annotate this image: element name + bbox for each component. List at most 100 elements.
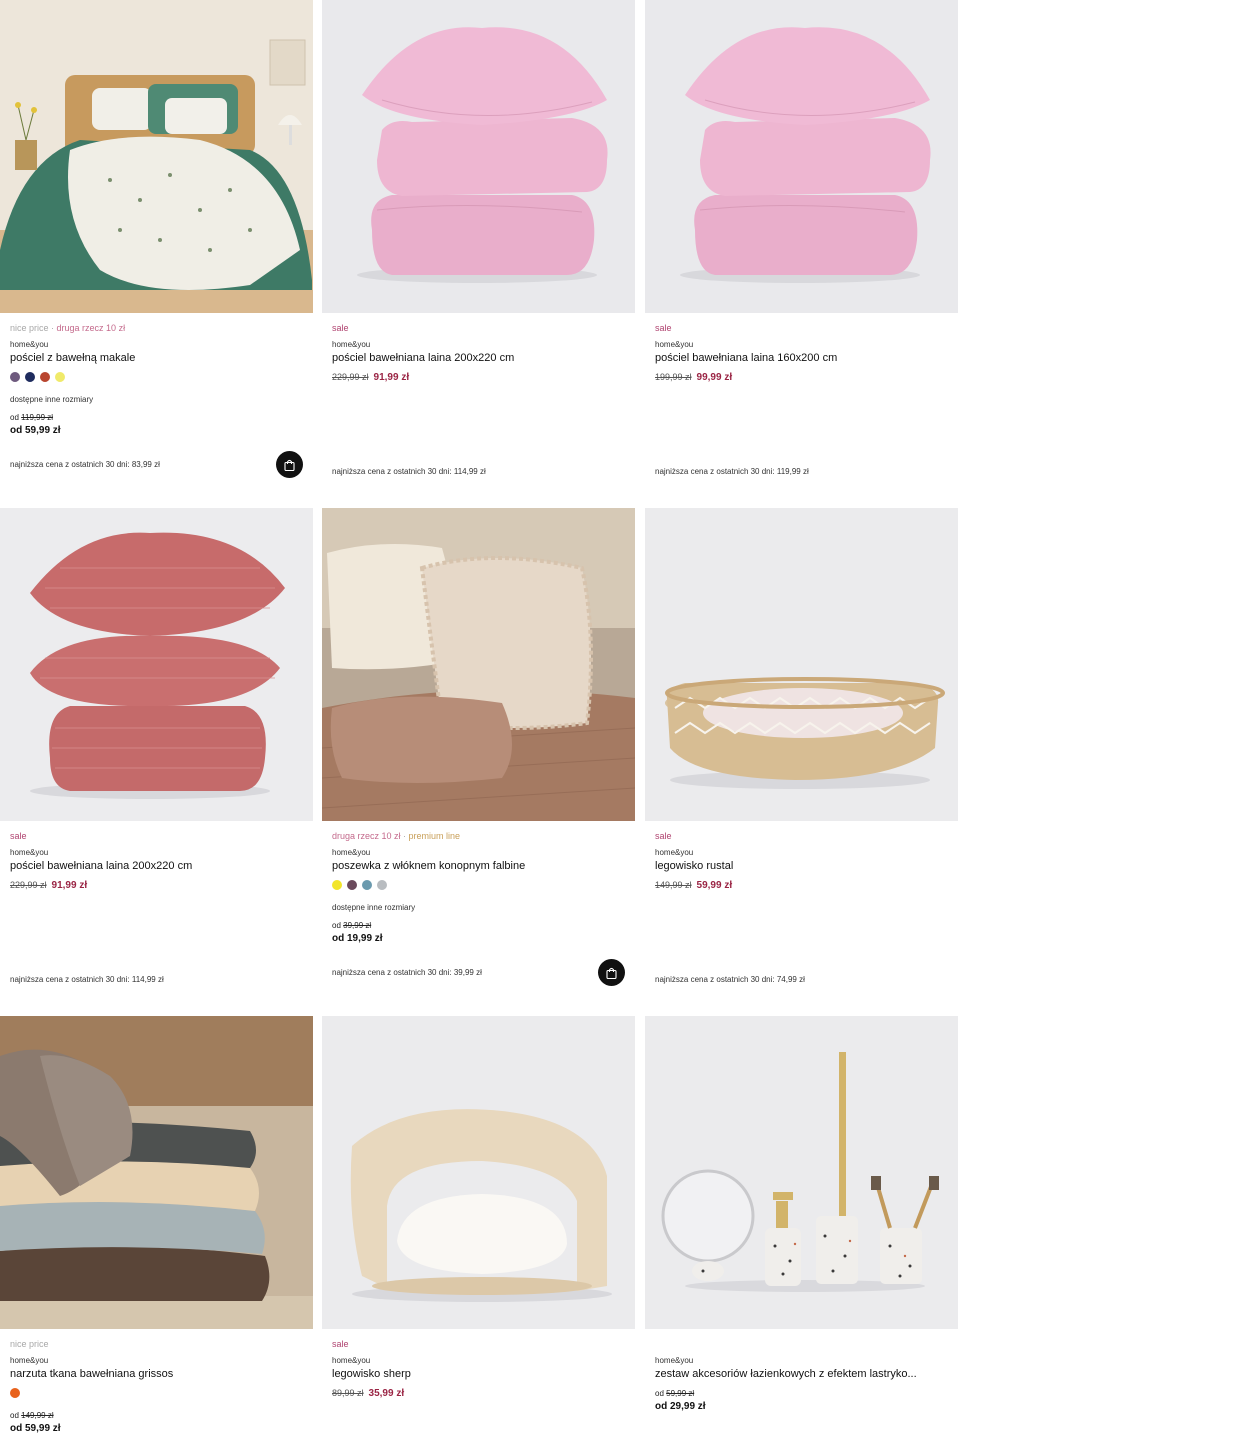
lowest-price-note: najniższa cena z ostatnich 30 dni: 74,99…	[655, 975, 805, 984]
product-card[interactable]: druga rzecz 10 zł · premium line home&yo…	[322, 508, 635, 1016]
price-old-value: 39,99 zł	[343, 921, 372, 930]
product-image[interactable]	[322, 1016, 635, 1329]
product-card[interactable]: sale home&you pościel bawełniana laina 2…	[322, 0, 635, 508]
color-swatch[interactable]	[377, 880, 387, 890]
product-card[interactable]: nice price · druga rzecz 10 zł home&you …	[0, 0, 313, 508]
product-brand: home&you	[332, 848, 371, 857]
price-row: 229,99 zł 91,99 zł	[332, 372, 625, 383]
color-swatch[interactable]	[10, 1388, 20, 1398]
pink-bedding-photo	[645, 0, 958, 313]
color-swatch[interactable]	[362, 880, 372, 890]
product-brand: home&you	[10, 340, 49, 349]
product-name[interactable]: legowisko sherp	[332, 1367, 625, 1381]
price-old-prefix: od	[655, 1389, 664, 1398]
tag-sale: sale	[332, 1339, 349, 1349]
product-card[interactable]: sale home&you pościel bawełniana laina 1…	[645, 0, 958, 508]
product-info: druga rzecz 10 zł · premium line home&yo…	[332, 830, 625, 945]
tag-sale: sale	[10, 831, 27, 841]
product-image[interactable]	[322, 508, 635, 821]
price-new: od 59,99 zł	[10, 425, 61, 436]
tag-sale: sale	[655, 831, 672, 841]
lowest-price-note: najniższa cena z ostatnich 30 dni: 114,9…	[10, 975, 164, 984]
product-info: sale home&you legowisko sherp 89,99 zł 3…	[332, 1338, 625, 1399]
price-old-prefix: od	[10, 413, 19, 422]
tag-sale: sale	[655, 323, 672, 333]
product-name[interactable]: zestaw akcesoriów łazienkowych z efektem…	[655, 1367, 948, 1381]
tag-sale: sale	[332, 323, 349, 333]
price-old: od 59,99 zł	[655, 1388, 948, 1399]
color-swatches	[332, 880, 625, 890]
product-image[interactable]	[645, 508, 958, 821]
price-row: 149,99 zł 59,99 zł	[655, 880, 948, 891]
price-old: 199,99 zł	[655, 372, 692, 382]
price-old: od 149,99 zł	[10, 1410, 303, 1421]
price-new: od 29,99 zł	[655, 1401, 706, 1412]
lowest-price-note: najniższa cena z ostatnich 30 dni: 114,9…	[332, 467, 486, 476]
price-sale: 91,99 zł	[51, 880, 88, 891]
product-tag: druga rzecz 10 zł · premium line	[332, 830, 625, 842]
add-to-cart-button[interactable]	[276, 451, 303, 478]
product-name[interactable]: poszewka z włóknem konopnym falbine	[332, 859, 625, 873]
price-old: 89,99 zł	[332, 1388, 364, 1398]
color-swatches	[10, 372, 303, 382]
product-card[interactable]: nice price home&you narzuta tkana bawełn…	[0, 1016, 313, 1448]
product-brand: home&you	[655, 340, 694, 349]
product-info: nice price · druga rzecz 10 zł home&you …	[10, 322, 303, 437]
product-name[interactable]: pościel bawełniana laina 160x200 cm	[655, 351, 948, 365]
price-old-value: 59,99 zł	[666, 1389, 695, 1398]
product-name[interactable]: pościel bawełniana laina 200x220 cm	[332, 351, 625, 365]
product-name[interactable]: narzuta tkana bawełniana grissos	[10, 1367, 303, 1381]
product-name[interactable]: pościel bawełniana laina 200x220 cm	[10, 859, 303, 873]
lowest-price-note: najniższa cena z ostatnich 30 dni: 83,99…	[10, 460, 160, 469]
product-info: sale home&you pościel bawełniana laina 2…	[332, 322, 625, 383]
product-image[interactable]	[0, 0, 313, 313]
product-card[interactable]: sale home&you pościel bawełniana laina 2…	[0, 508, 313, 1016]
product-info: home&you zestaw akcesoriów łazienkowych …	[655, 1338, 948, 1413]
product-brand: home&you	[655, 848, 694, 857]
tag-promo: druga rzecz 10 zł	[56, 323, 126, 333]
striped-bedding-photo	[0, 508, 313, 821]
tag-premium: premium line	[408, 831, 461, 841]
lowest-price-note: najniższa cena z ostatnich 30 dni: 119,9…	[655, 467, 809, 476]
price-row: 199,99 zł 99,99 zł	[655, 372, 948, 383]
product-brand: home&you	[332, 1356, 371, 1365]
product-info: sale home&you pościel bawełniana laina 1…	[655, 322, 948, 383]
tag-separator: ·	[400, 831, 409, 841]
product-tag: sale	[655, 322, 948, 334]
color-swatch[interactable]	[55, 372, 65, 382]
bathroom-accessories-photo	[645, 1016, 958, 1329]
product-image[interactable]	[322, 0, 635, 313]
color-swatch[interactable]	[332, 880, 342, 890]
color-swatch[interactable]	[10, 372, 20, 382]
product-tag: nice price · druga rzecz 10 zł	[10, 322, 303, 334]
product-brand: home&you	[10, 848, 49, 857]
product-image[interactable]	[0, 508, 313, 821]
product-image[interactable]	[645, 1016, 958, 1329]
add-to-cart-button[interactable]	[598, 959, 625, 986]
color-swatch[interactable]	[40, 372, 50, 382]
price-old-value: 149,99 zł	[21, 1411, 54, 1420]
product-image[interactable]	[645, 0, 958, 313]
product-image[interactable]	[0, 1016, 313, 1329]
ruffled-pillowcases-photo	[322, 508, 635, 821]
tag-nice-price: nice price	[10, 323, 49, 333]
product-name[interactable]: pościel z bawełną makale	[10, 351, 303, 365]
product-card[interactable]: sale home&you legowisko sherp 89,99 zł 3…	[322, 1016, 635, 1448]
price-sale: 59,99 zł	[696, 880, 733, 891]
color-swatch[interactable]	[347, 880, 357, 890]
price-old: 229,99 zł	[332, 372, 369, 382]
price-old-prefix: od	[10, 1411, 19, 1420]
product-name[interactable]: legowisko rustal	[655, 859, 948, 873]
color-swatches	[10, 1388, 303, 1398]
product-info: sale home&you pościel bawełniana laina 2…	[10, 830, 303, 891]
color-swatch[interactable]	[25, 372, 35, 382]
shopping-bag-icon	[284, 459, 295, 471]
price-new: od 19,99 zł	[332, 933, 383, 944]
product-card[interactable]: sale home&you legowisko rustal 149,99 zł…	[645, 508, 958, 1016]
price-old: 149,99 zł	[655, 880, 692, 890]
product-card[interactable]: home&you zestaw akcesoriów łazienkowych …	[645, 1016, 958, 1448]
price-sale: 91,99 zł	[373, 372, 410, 383]
product-info: nice price home&you narzuta tkana bawełn…	[10, 1338, 303, 1435]
price-old: od 39,99 zł	[332, 920, 625, 931]
folded-bedspreads-photo	[0, 1016, 313, 1329]
